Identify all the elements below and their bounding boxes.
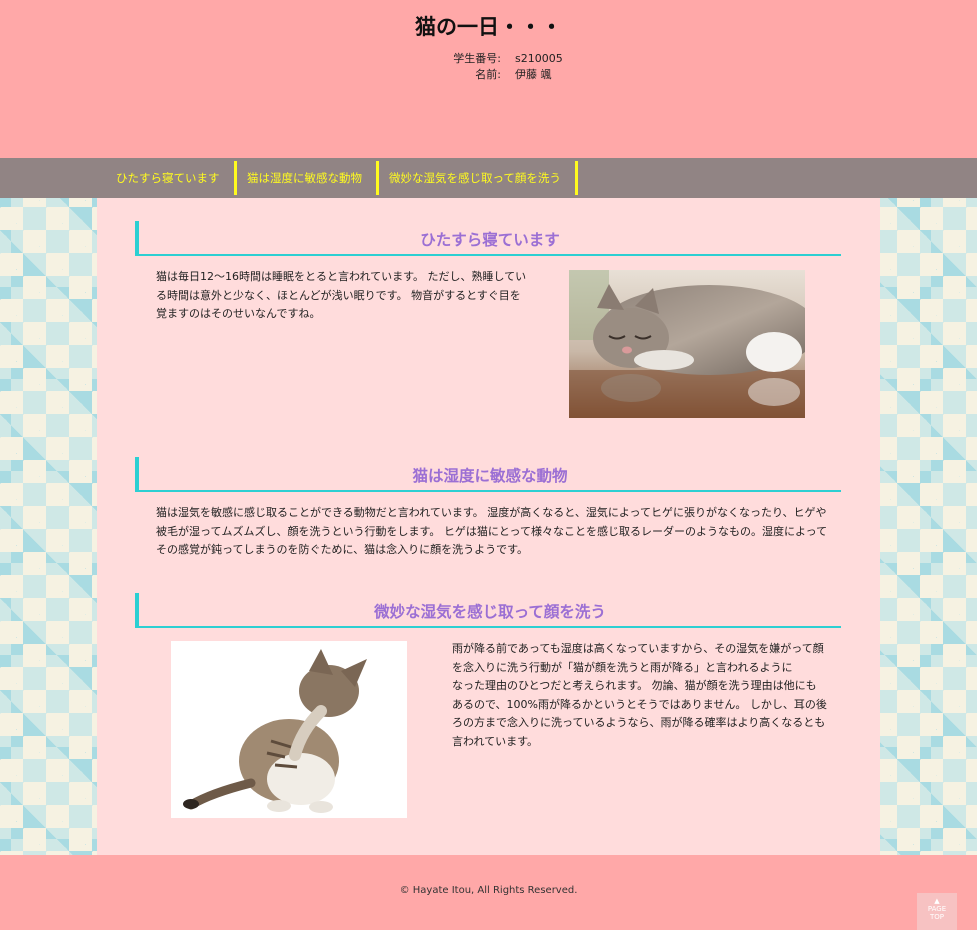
text-line: ろの方まで念入りに洗っているようなら、雨が降る確率はより高くなるとも (452, 716, 826, 729)
text-line: その感覚が鈍ってしまうのを防ぐために、猫は念入りに顔を洗うようです。 (156, 543, 529, 556)
nav-link-sleeping[interactable]: ひたすら寝ています (100, 161, 237, 195)
student-name-row: 名前: 伊藤 颯 (440, 67, 563, 83)
student-id-row: 学生番号: s210005 (440, 51, 563, 67)
section-text-face-washing: 雨が降る前であっても湿度は高くなっていますから、その湿気を嫌がって顔 を念入りに… (452, 640, 842, 751)
text-line: 覚ますのはそのせいなんですね。 (156, 307, 321, 320)
text-line: を念入りに洗う行動が「猫が顔を洗うと雨が降る」と言われるように (452, 660, 793, 674)
section-heading-humidity: 猫は湿度に敏感な動物 (135, 457, 841, 492)
text-line: あるので、100%雨が降るかというとそうではありません。 しかし、耳の後 (452, 697, 827, 711)
main-content: ひたすら寝ています 猫は毎日12〜16時間は睡眠をとると言われています。 ただし… (97, 198, 880, 855)
text-line: る時間は意外と少なく、ほとんどが浅い眠りです。 物音がするとすぐ目を (156, 288, 521, 302)
site-title: 猫の一日・・・ (415, 15, 562, 39)
section-heading-sleeping: ひたすら寝ています (135, 221, 841, 256)
section-heading-face-washing: 微妙な湿気を感じ取って顔を洗う (135, 593, 841, 628)
global-nav: ひたすら寝ています 猫は湿度に敏感な動物 微妙な湿気を感じ取って顔を洗う (0, 158, 977, 198)
text-line: 言われています。 (452, 734, 539, 748)
site-header: 猫の一日・・・ 学生番号: s210005 名前: 伊藤 颯 (0, 0, 977, 158)
page-top-label: PAGE (927, 905, 947, 913)
text-line: 猫は湿気を敏感に感じ取ることができる動物だと言われています。 湿度が高くなると、… (156, 506, 827, 519)
nav-link-humidity[interactable]: 猫は湿度に敏感な動物 (231, 161, 379, 195)
site-footer: © Hayate Itou, All Rights Reserved. (0, 855, 977, 930)
copyright-text: © Hayate Itou, All Rights Reserved. (399, 885, 578, 896)
section-text-sleeping: 猫は毎日12〜16時間は睡眠をとると言われています。 ただし、熟睡してい る時間… (156, 268, 536, 324)
page-top-button[interactable]: ▲ PAGE TOP (917, 893, 957, 930)
student-name-value: 伊藤 颯 (515, 68, 552, 81)
text-line: なった理由のひとつだと考えられます。 勿論、猫が顔を洗う理由は他にも (452, 679, 817, 692)
page-top-label-2: TOP (929, 913, 944, 921)
sleeping-cat-photo (569, 270, 805, 418)
face-washing-cat-photo (171, 641, 407, 818)
student-id-label: 学生番号: (453, 52, 501, 65)
nav-link-face-washing[interactable]: 微妙な湿気を感じ取って顔を洗う (373, 161, 578, 195)
student-info: 学生番号: s210005 名前: 伊藤 颯 (440, 51, 563, 83)
student-name-label: 名前: (475, 68, 501, 81)
text-line: 雨が降る前であっても湿度は高くなっていますから、その湿気を嫌がって顔 (452, 642, 824, 655)
arrow-up-icon: ▲ (934, 897, 940, 905)
text-line: 被毛が湿ってムズムズし、顔を洗うという行動をします。 ヒゲは猫にとって様々なこと… (156, 524, 828, 538)
text-line: 猫は毎日12〜16時間は睡眠をとると言われています。 ただし、熟睡してい (156, 270, 527, 283)
section-text-humidity: 猫は湿気を敏感に感じ取ることができる動物だと言われています。 湿度が高くなると、… (156, 504, 836, 560)
student-id-value: s210005 (515, 52, 563, 65)
